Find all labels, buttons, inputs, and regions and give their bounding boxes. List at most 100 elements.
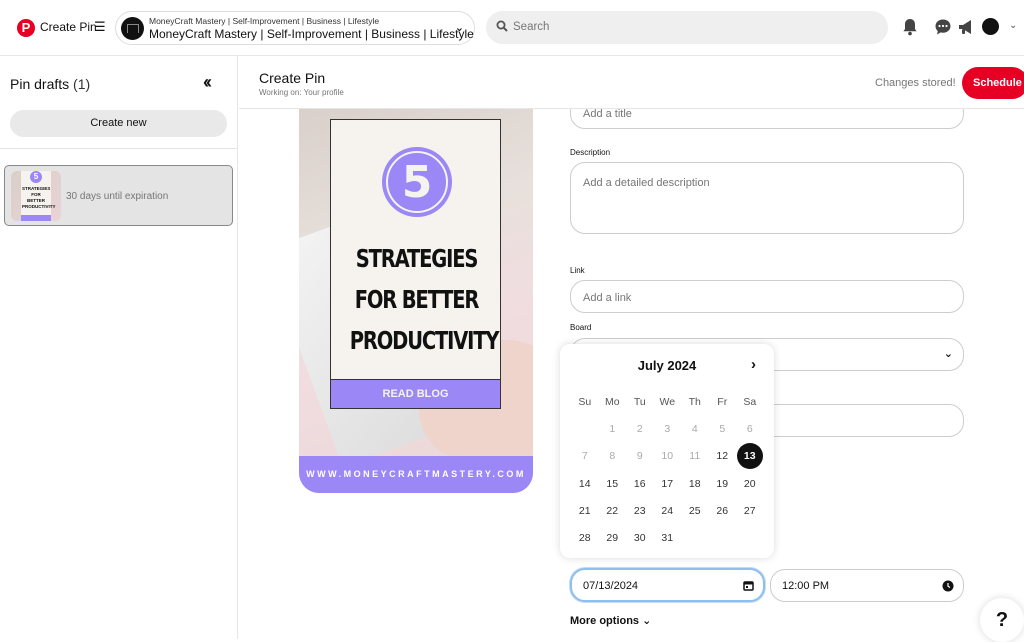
weekday-label: Sa [743, 395, 757, 408]
calendar-day[interactable]: 20 [736, 478, 764, 490]
calendar-day[interactable]: 25 [681, 505, 709, 517]
calendar-week: 7 8 9 10 11 12 13 [571, 443, 764, 470]
calendar-day: 11 [689, 450, 701, 463]
weekday-label: Su [578, 395, 592, 408]
pinterest-logo-icon[interactable]: P [17, 19, 35, 37]
calendar-day[interactable]: 28 [571, 532, 599, 544]
pin-graphic-card: 5 STRATEGIES FOR BETTER PRODUCTIVITY REA… [330, 119, 501, 409]
clock-icon[interactable] [942, 580, 954, 592]
calendar-day[interactable]: 18 [681, 478, 709, 490]
calendar-day[interactable]: 24 [654, 505, 682, 517]
calendar-week: 28 29 30 31 [571, 524, 764, 551]
weekday-label: Th [688, 395, 701, 408]
draft-item[interactable]: 5 STRATEGIES FOR BETTER PRODUCTIVITY 30 … [4, 165, 233, 226]
calendar-day: 8 [609, 450, 616, 463]
date-value: 07/13/2024 [583, 580, 639, 592]
menu-icon[interactable]: ☰ [94, 19, 106, 35]
page-title: Create Pin [259, 70, 326, 86]
calendar-icon[interactable] [743, 580, 754, 591]
drafts-title: Pin drafts (1) [10, 76, 90, 92]
calendar-day: 5 [719, 422, 726, 435]
description-label: Description [570, 148, 611, 157]
description-input[interactable]: Add a detailed description [570, 162, 964, 234]
calendar-day: 2 [636, 422, 643, 435]
link-input[interactable]: Add a link [570, 280, 964, 313]
account-name: MoneyCraft Mastery | Self-Improvement | … [149, 27, 474, 41]
calendar-day: 3 [664, 422, 671, 435]
pin-headline: STRATEGIES FOR BETTER PRODUCTIVITY [349, 244, 500, 355]
chevron-down-icon: ⌄ [943, 348, 953, 360]
date-input[interactable]: 07/13/2024 [570, 568, 765, 602]
pin-drafts-sidebar: Pin drafts (1) ‹‹ Create new 5 STRATEGIE… [0, 56, 238, 639]
calendar-day[interactable]: 12 [709, 450, 737, 462]
calendar-day[interactable]: 26 [709, 505, 737, 517]
account-avatar [121, 17, 144, 40]
page-subtitle: Working on: Your profile [259, 88, 344, 97]
link-label: Link [570, 266, 585, 275]
calendar-day[interactable]: 29 [599, 532, 627, 544]
calendar-day[interactable]: 21 [571, 505, 599, 517]
calendar-day[interactable]: 14 [571, 478, 599, 490]
pin-footer-url: WWW.MONEYCRAFTMASTERY.COM [299, 456, 533, 493]
calendar-day: 9 [636, 450, 643, 463]
search-icon [496, 20, 508, 32]
more-options-toggle[interactable]: More options ⌄ [570, 614, 651, 627]
calendar-day: 4 [691, 422, 698, 435]
drafts-count: (1) [73, 76, 91, 92]
calendar-day[interactable]: 31 [654, 532, 682, 544]
search-input[interactable]: Search [486, 11, 888, 44]
divider [0, 148, 238, 149]
calendar-day[interactable]: 16 [626, 478, 654, 490]
draft-expiration: 30 days until expiration [66, 191, 169, 202]
pin-read-blog-label: READ BLOG [330, 379, 501, 409]
chevron-down-icon: ⌄ [642, 615, 652, 627]
help-button[interactable]: ? [980, 598, 1024, 642]
calendar-week: 21 22 23 24 25 26 27 [571, 497, 764, 524]
user-avatar[interactable] [982, 18, 999, 35]
create-pin-header: Create Pin Working on: Your profile Chan… [239, 56, 1024, 109]
search-placeholder: Search [513, 21, 550, 33]
calendar-day[interactable]: 19 [709, 478, 737, 490]
weekday-label: We [659, 395, 676, 408]
app-title: Create Pin [40, 20, 97, 34]
date-picker-popup: July 2024 › Su Mo Tu We Th Fr Sa 1 2 3 4 5 6 7 8 9 10 11 1… [560, 344, 774, 558]
calendar-week: 1 2 3 4 5 6 [571, 415, 764, 442]
drafts-title-label: Pin drafts [10, 76, 70, 92]
draft-thumbnail: 5 STRATEGIES FOR BETTER PRODUCTIVITY [11, 171, 61, 221]
pin-image-preview[interactable]: 5 STRATEGIES FOR BETTER PRODUCTIVITY REA… [299, 100, 533, 493]
calendar-day: 7 [581, 450, 588, 463]
announcements-icon[interactable] [956, 17, 976, 37]
calendar-day[interactable]: 17 [654, 478, 682, 490]
calendar-day: 1 [609, 422, 616, 435]
save-status: Changes stored! [875, 77, 956, 89]
calendar-grid: Su Mo Tu We Th Fr Sa 1 2 3 4 5 6 7 8 9 10 11 12 13 14 15 16 17 1… [571, 388, 764, 552]
calendar-week: 14 15 16 17 18 19 20 [571, 470, 764, 497]
messages-icon[interactable] [933, 17, 953, 37]
weekday-header: Su Mo Tu We Th Fr Sa [571, 388, 764, 415]
calendar-day[interactable]: 23 [626, 505, 654, 517]
calendar-day[interactable]: 27 [736, 505, 764, 517]
schedule-button[interactable]: Schedule [962, 67, 1024, 99]
calendar-day[interactable]: 15 [599, 478, 627, 490]
calendar-day[interactable]: 30 [626, 532, 654, 544]
weekday-label: Fr [717, 395, 728, 408]
more-options-label: More options [570, 615, 640, 627]
board-label: Board [570, 323, 592, 332]
time-input[interactable]: 12:00 PM [770, 569, 964, 602]
calendar-day-selected[interactable]: 13 [736, 443, 764, 470]
weekday-label: Mo [604, 395, 620, 408]
chevron-down-icon: ⌄ [454, 22, 464, 34]
calendar-month: July 2024 [637, 358, 697, 373]
calendar-day: 6 [746, 422, 753, 435]
collapse-sidebar-icon[interactable]: ‹‹ [203, 72, 212, 93]
pin-number-badge: 5 [382, 147, 452, 217]
calendar-day[interactable]: 22 [599, 505, 627, 517]
create-new-button[interactable]: Create new [10, 110, 227, 137]
time-value: 12:00 PM [782, 580, 830, 592]
next-month-icon[interactable]: › [751, 356, 756, 373]
chevron-down-icon[interactable]: ⌄ [1009, 20, 1017, 31]
account-subtitle: MoneyCraft Mastery | Self-Improvement | … [149, 16, 380, 26]
account-selector[interactable]: MoneyCraft Mastery | Self-Improvement | … [115, 11, 475, 45]
top-bar: P Create Pin ☰ MoneyCraft Mastery | Self… [0, 0, 1024, 56]
notifications-icon[interactable] [900, 17, 920, 37]
